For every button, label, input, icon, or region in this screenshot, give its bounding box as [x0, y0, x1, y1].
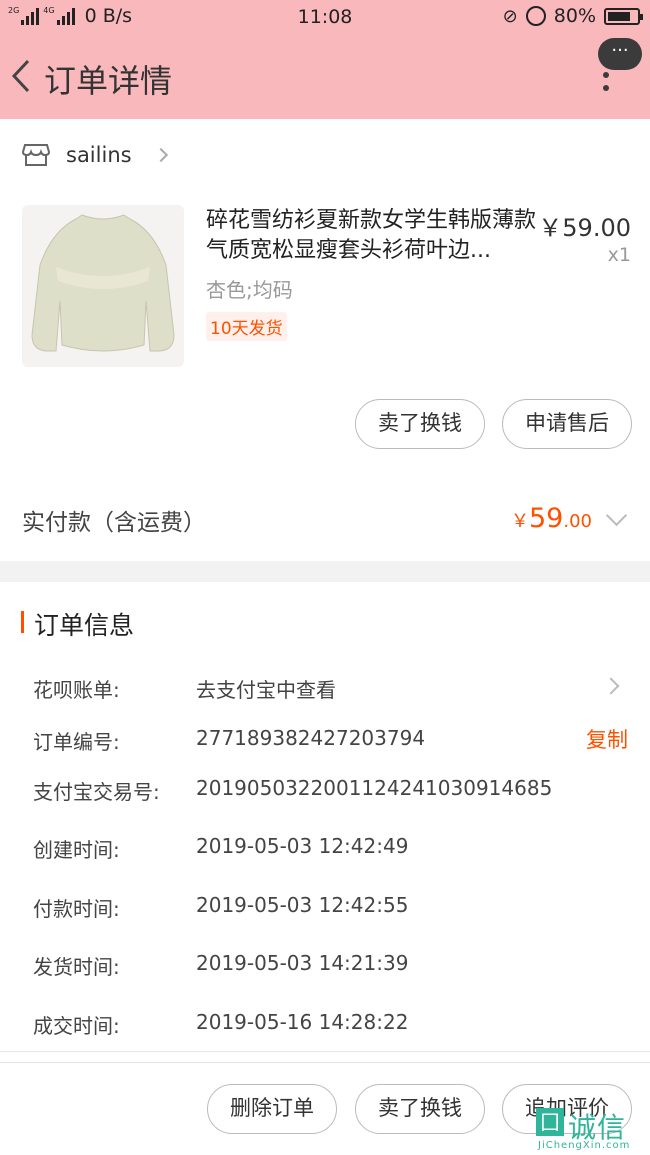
amount-decimal: .00 [563, 511, 592, 532]
section-accent-bar [21, 611, 24, 633]
dot-icon [603, 85, 609, 91]
copy-button[interactable]: 复制 [586, 724, 628, 754]
alipay-trade-no-label: 支付宝交易号: [33, 780, 160, 804]
page-title: 订单详情 [44, 62, 173, 100]
shipping-badge: 10天发货 [206, 312, 287, 341]
created-time-label: 创建时间: [33, 838, 120, 862]
rotation-lock-icon [525, 6, 546, 26]
divider [0, 1051, 650, 1052]
sell-for-cash-button[interactable]: 卖了换钱 [355, 399, 485, 449]
shop-name[interactable]: sailins [66, 143, 132, 167]
after-sale-button[interactable]: 申请售后 [502, 399, 632, 449]
section-divider [0, 561, 650, 582]
battery-percent: 80% [553, 5, 596, 27]
shop-row[interactable]: sailins [22, 138, 168, 172]
status-bar: 2G 4G 0 B/s 11:08 ⊘ 80% [0, 0, 650, 34]
shipped-time-value: 2019-05-03 14:21:39 [196, 951, 409, 975]
watermark-logo: 囗 诚信 JiChengXin.com [534, 1104, 650, 1155]
chevron-down-icon[interactable] [605, 504, 628, 527]
more-menu-button[interactable]: ··· [598, 38, 642, 70]
store-icon [22, 144, 50, 166]
paid-time-value: 2019-05-03 12:42:55 [196, 893, 409, 917]
order-number-label: 订单编号: [33, 730, 120, 754]
paid-time-label: 付款时间: [33, 897, 120, 921]
amount-integer: 59 [529, 503, 564, 534]
sell-for-cash-button[interactable]: 卖了换钱 [355, 1084, 485, 1134]
battery-icon [604, 7, 643, 25]
product-sku: 杏色;均码 [206, 278, 293, 302]
chevron-right-icon[interactable] [602, 677, 620, 695]
completed-time-value: 2019-05-16 14:28:22 [196, 1010, 409, 1034]
header-bar: 2G 4G 0 B/s 11:08 ⊘ 80% 订单详情 ··· [0, 0, 650, 119]
order-number-value: 277189382427203794 [196, 726, 426, 750]
product-quantity: x1 [607, 244, 631, 266]
product-image[interactable] [22, 205, 184, 367]
alipay-trade-no-value: 2019050322001124241030914685 [196, 776, 553, 800]
currency-symbol: ￥ [511, 511, 529, 532]
created-time-value: 2019-05-03 12:42:49 [196, 834, 409, 858]
dot-icon [603, 72, 609, 78]
shipped-time-label: 发货时间: [33, 955, 120, 979]
watermark-box: 囗 [536, 1108, 564, 1136]
vibrate-icon: ⊘ [502, 5, 518, 27]
completed-time-label: 成交时间: [33, 1014, 120, 1038]
delete-order-button[interactable]: 删除订单 [207, 1084, 337, 1134]
huabei-bill-value[interactable]: 去支付宝中查看 [196, 674, 336, 703]
product-title[interactable]: 碎花雪纺衫夏新款女学生韩版薄款气质宽松显瘦套头衫荷叶边... [206, 206, 538, 266]
order-info-title: 订单信息 [34, 611, 135, 640]
chevron-right-icon [153, 147, 168, 163]
product-price: ￥59.00 [538, 214, 631, 242]
back-icon[interactable] [10, 58, 32, 94]
paid-amount-label: 实付款（含运费） [22, 510, 206, 536]
divider [0, 1062, 650, 1063]
paid-amount[interactable]: ￥59.00 [511, 503, 592, 534]
huabei-bill-label: 花呗账单: [33, 678, 120, 702]
watermark-url: JiChengXin.com [538, 1140, 631, 1151]
